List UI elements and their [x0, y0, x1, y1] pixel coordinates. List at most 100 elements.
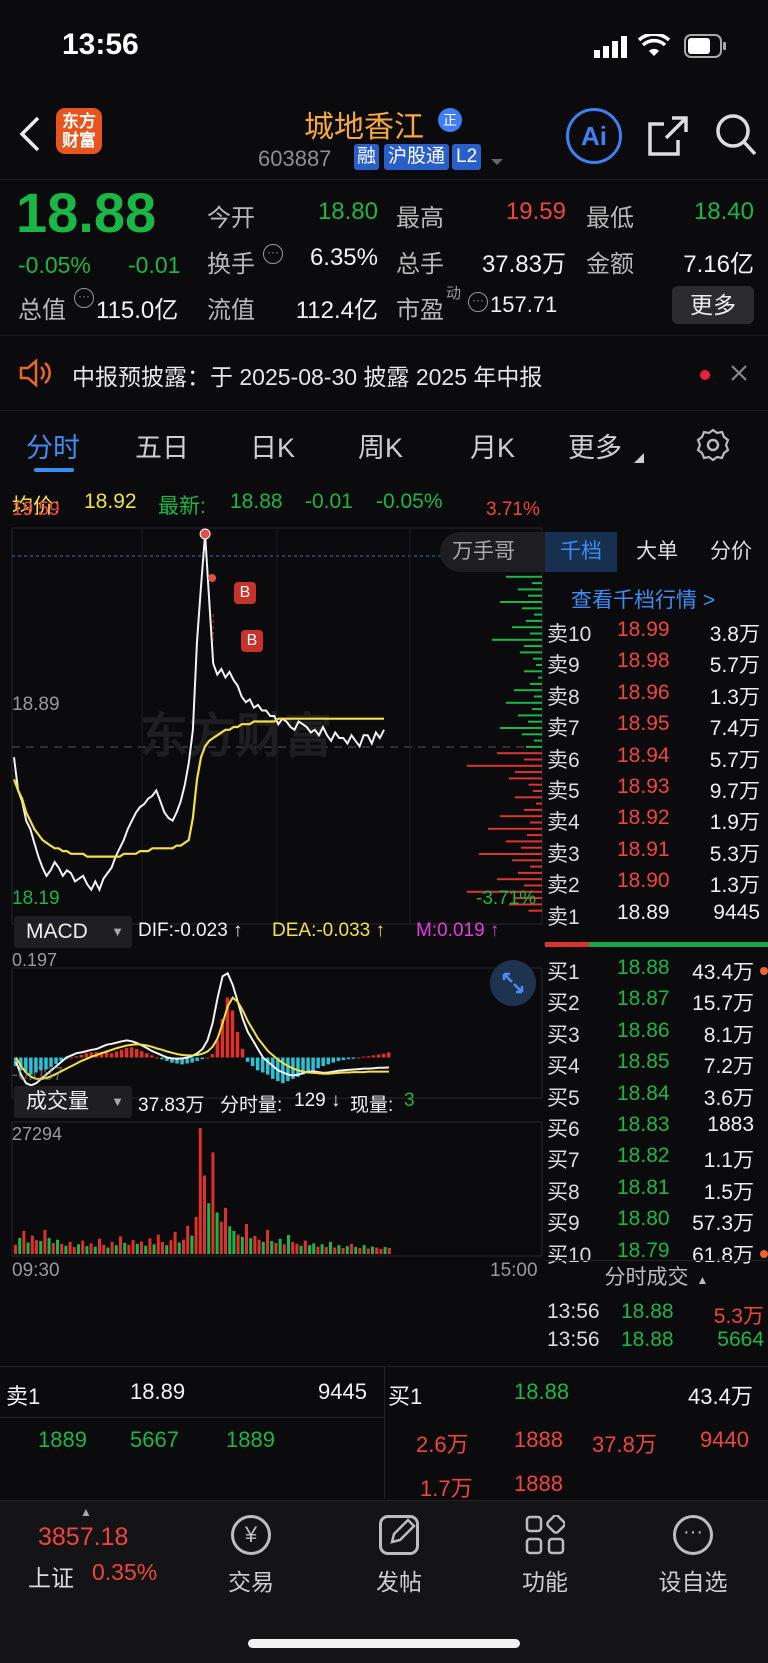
buy-queue-item: 37.8万	[592, 1432, 657, 1457]
macd-bar	[210, 1054, 215, 1058]
nav-label: 交易	[228, 1569, 274, 1595]
chevron-down-icon[interactable]	[490, 154, 504, 172]
back-icon[interactable]	[18, 114, 42, 159]
bid-row[interactable]: 买2 18.87 15.7万	[545, 987, 768, 1018]
volume-bar	[333, 1247, 337, 1254]
volume-bar	[77, 1244, 80, 1254]
trades-header[interactable]: 分时成交 ▲	[545, 1260, 768, 1294]
depth-bar	[530, 632, 542, 635]
tab-5day[interactable]: 五日	[135, 426, 189, 465]
ai-label: Ai	[581, 121, 607, 151]
buy-queue-item: 1888	[514, 1427, 563, 1452]
depth-bar	[533, 657, 542, 660]
bid-row[interactable]: 买4 18.85 7.2万	[545, 1050, 768, 1081]
tab-monthly-k[interactable]: 月K	[470, 426, 515, 465]
volume-bar	[64, 1245, 68, 1254]
overlay-bubble[interactable]: 万手哥	[440, 532, 545, 572]
dea-line	[15, 996, 389, 1080]
close-icon[interactable]	[730, 364, 748, 387]
macd-selector[interactable]: MACD ▼	[14, 916, 132, 948]
volume-bar	[114, 1245, 118, 1254]
ask-row[interactable]: 卖8 18.96 1.3万	[545, 681, 768, 712]
index-ticker[interactable]: 3857.18 上证 0.35%	[0, 1519, 180, 1609]
depth-bar	[518, 588, 542, 591]
info-icon[interactable]: ···	[468, 292, 488, 312]
buy-marker[interactable]: B	[234, 582, 256, 604]
volume-bar	[93, 1246, 97, 1254]
ask-volume: 9.7万	[709, 780, 760, 803]
ask-price: 18.92	[617, 806, 670, 830]
ask-row[interactable]: 卖4 18.92 1.9万	[545, 806, 768, 837]
expand-button[interactable]	[490, 960, 536, 1006]
notice-dot	[700, 370, 710, 380]
volume-bar	[89, 1243, 93, 1254]
tab-more[interactable]: 更多	[568, 426, 622, 465]
nav-functions[interactable]: 功能	[480, 1514, 610, 1597]
ask-volume: 5.7万	[709, 654, 760, 678]
macd-bar	[336, 1057, 341, 1061]
ask-row[interactable]: 卖1 18.89 9445	[545, 901, 768, 932]
macd-y-top: 0.197	[12, 950, 58, 970]
x-start-label: 09:30	[12, 1260, 60, 1281]
open-value: 18.80	[317, 198, 378, 225]
volume-bar	[366, 1248, 370, 1254]
ask-row[interactable]: 卖3 18.91 5.3万	[545, 838, 768, 869]
ask-row[interactable]: 卖5 18.93 9.7万	[545, 775, 768, 806]
low-label: 最低	[586, 205, 634, 232]
tab-daily-k[interactable]: 日K	[250, 426, 295, 465]
info-icon[interactable]: ···	[74, 288, 94, 308]
search-icon[interactable]	[714, 112, 758, 163]
book-tab-qiandang[interactable]: 千档	[545, 532, 617, 572]
depth-bar	[509, 777, 542, 780]
bid-row[interactable]: 买8 18.81 1.5万	[545, 1176, 768, 1207]
bid-price: 18.80	[617, 1207, 670, 1231]
tab-intraday[interactable]: 分时	[26, 426, 80, 465]
pe-label: 市盈	[396, 297, 444, 324]
bid-row[interactable]: 买5 18.84 3.6万	[545, 1082, 768, 1113]
signal-icon	[594, 36, 628, 58]
settings-icon[interactable]	[696, 428, 730, 467]
macd-bar	[311, 1057, 315, 1071]
ask-level: 卖1	[547, 905, 580, 929]
ask-row[interactable]: 卖9 18.98 5.7万	[545, 649, 768, 680]
nav-trade[interactable]: ¥ 交易	[186, 1515, 316, 1597]
app-logo[interactable]: 东方 财富	[56, 108, 102, 154]
bid-row[interactable]: 买1 18.88 43.4万	[545, 956, 768, 987]
bid-row[interactable]: 买9 18.80 57.3万	[545, 1207, 768, 1238]
bid-row[interactable]: 买7 18.82 1.1万	[545, 1144, 768, 1175]
bid-row[interactable]: 买3 18.86 8.1万	[545, 1019, 768, 1050]
ask-volume: 5.3万	[709, 842, 760, 866]
tab-weekly-k[interactable]: 周K	[358, 426, 403, 465]
volume-bar	[194, 1217, 198, 1254]
volume-y-top: 27294	[12, 1124, 63, 1144]
macd-bar	[195, 1057, 199, 1061]
ask-row[interactable]: 卖2 18.90 1.3万	[545, 869, 768, 900]
volume-selector[interactable]: 成交量 ▼	[14, 1086, 132, 1118]
ask-price: 18.93	[617, 775, 670, 798]
macd-y-bottom: -0.087	[12, 1064, 64, 1084]
ai-button[interactable]: Ai	[566, 108, 622, 164]
logo-line1: 东方	[62, 112, 96, 131]
info-icon[interactable]: ···	[263, 244, 283, 264]
volume-bar	[161, 1241, 164, 1254]
ask-row[interactable]: 卖6 18.94 5.7万	[545, 744, 768, 775]
bid-row[interactable]: 买6 18.83 1883	[545, 1113, 768, 1144]
book-tab-fenjia[interactable]: 分价	[695, 532, 767, 572]
volume-total: 37.83万	[138, 1095, 205, 1116]
buy-marker[interactable]: B	[241, 630, 263, 652]
volume-bar	[249, 1238, 253, 1254]
more-button[interactable]: 更多	[672, 286, 754, 324]
share-icon[interactable]	[646, 114, 690, 163]
volume-bar	[173, 1231, 177, 1254]
badge-zheng: 正	[438, 108, 462, 132]
book-tab-dadan[interactable]: 大单	[621, 532, 693, 572]
notice-bar[interactable]: 中报预披露：于 2025-08-30 披露 2025 年中报	[0, 335, 768, 411]
depth-bar	[520, 651, 542, 654]
view-depth-link[interactable]: 查看千档行情 >	[571, 584, 715, 614]
nav-post[interactable]: 发帖	[334, 1515, 464, 1597]
buy-queue-item: 9440	[700, 1427, 749, 1452]
ask-row[interactable]: 卖7 18.95 7.4万	[545, 712, 768, 743]
nav-watchlist[interactable]: ··· 设自选	[628, 1515, 758, 1597]
ask-row[interactable]: 卖10 18.99 3.8万	[545, 618, 768, 649]
ask-volume: 7.4万	[709, 717, 760, 741]
